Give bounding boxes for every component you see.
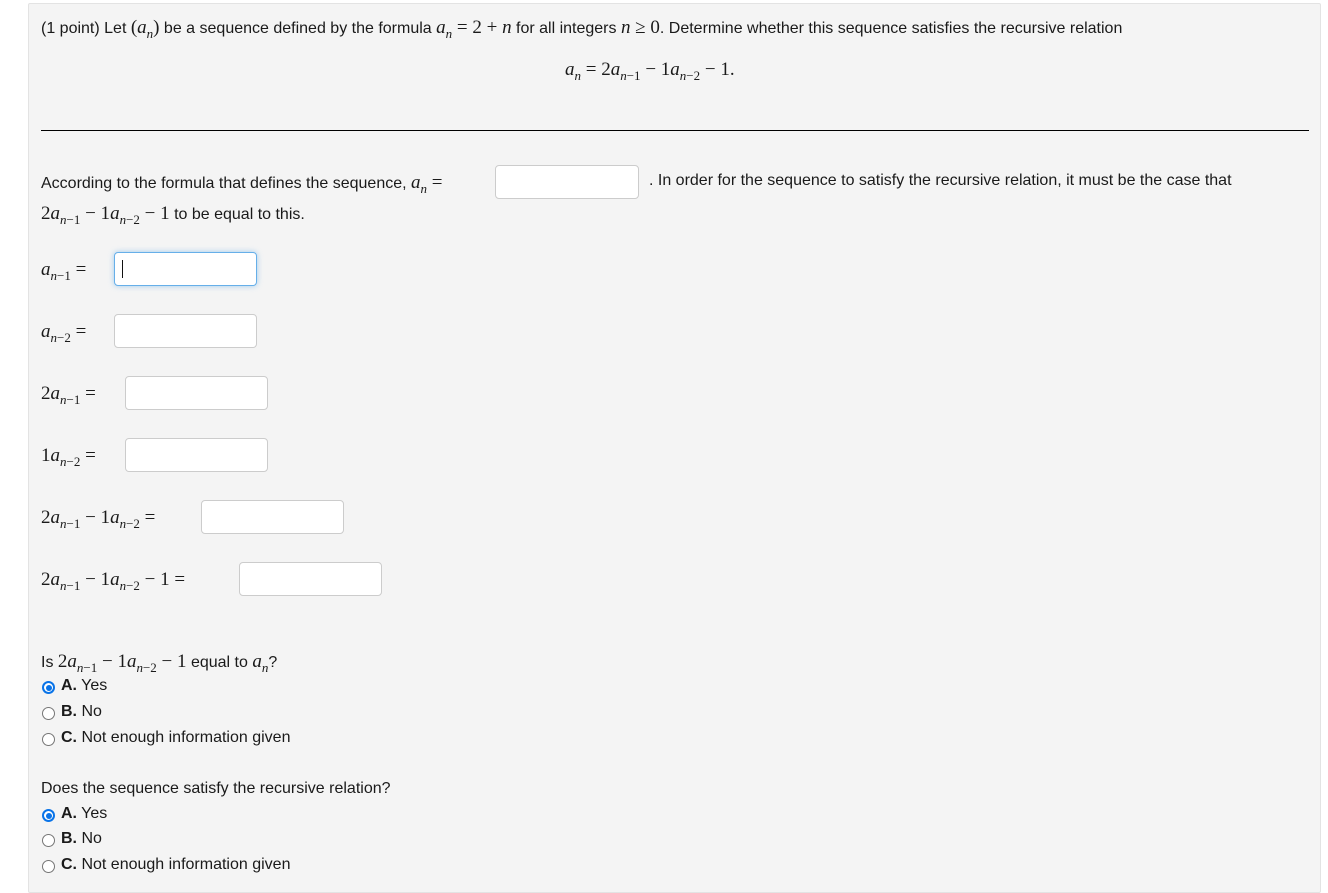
instruction-text-2: . In order for the sequence to satisfy t… xyxy=(649,172,1232,189)
q1-option-a[interactable]: A. Yes xyxy=(61,677,107,695)
q1-option-b[interactable]: B. No xyxy=(61,703,102,721)
1a-n-minus-2-input[interactable] xyxy=(125,438,268,472)
a-n-minus-1-input[interactable] xyxy=(114,252,257,286)
q1-suffix: equal to xyxy=(186,654,253,671)
label-a-n-1: an−1 = xyxy=(41,259,87,283)
option-text: No xyxy=(77,830,102,847)
option-letter: B. xyxy=(61,703,77,720)
q1-option-b-radio[interactable] xyxy=(42,707,55,720)
full-expression-input[interactable] xyxy=(239,562,382,596)
q2-option-c-radio[interactable] xyxy=(42,860,55,873)
intro-text-4: . Determine whether this sequence satisf… xyxy=(659,20,1123,37)
intro-text: (1 point) Let xyxy=(41,20,131,37)
instruction-line-1: According to the formula that defines th… xyxy=(41,172,443,196)
q2-option-b-radio[interactable] xyxy=(42,834,55,847)
label-a-n-2: an−2 = xyxy=(41,321,87,345)
label-difference: 2an−1 − 1an−2 = xyxy=(41,507,156,531)
q2-option-c[interactable]: C. Not enough information given xyxy=(61,856,290,874)
text-cursor xyxy=(122,260,123,278)
q2-option-a-radio[interactable] xyxy=(42,809,55,822)
q2-option-b[interactable]: B. No xyxy=(61,830,102,848)
option-letter: C. xyxy=(61,856,77,873)
problem-statement: (1 point) Let (an) be a sequence defined… xyxy=(41,17,1123,41)
option-letter: B. xyxy=(61,830,77,847)
difference-input[interactable] xyxy=(201,500,344,534)
instruction-text-3: to be equal to this. xyxy=(169,206,305,223)
an-answer-input[interactable] xyxy=(495,165,639,199)
question-1: Is 2an−1 − 1an−2 − 1 equal to an? xyxy=(41,651,278,675)
question-2: Does the sequence satisfy the recursive … xyxy=(41,780,391,797)
option-text: Not enough information given xyxy=(77,729,291,746)
formula-math: an = 2 + n xyxy=(436,17,512,41)
sequence-symbol: (an) xyxy=(130,17,160,41)
option-letter: A. xyxy=(61,805,77,822)
expression-math: 2an−1 − 1an−2 − 1 xyxy=(41,203,170,227)
option-text: Yes xyxy=(77,805,108,822)
instruction-text: According to the formula that defines th… xyxy=(41,175,412,192)
2a-n-minus-1-input[interactable] xyxy=(125,376,268,410)
q1-prefix: Is xyxy=(41,654,58,671)
option-text: Yes xyxy=(77,677,108,694)
q1-end: ? xyxy=(268,654,278,671)
label-1a-n-2: 1an−2 = xyxy=(41,445,96,469)
q1-option-c-radio[interactable] xyxy=(42,733,55,746)
option-letter: C. xyxy=(61,729,77,746)
option-text: Not enough information given xyxy=(77,856,291,873)
q1-expression: 2an−1 − 1an−2 − 1 xyxy=(57,651,187,675)
label-full-expression: 2an−1 − 1an−2 − 1 = xyxy=(41,569,186,593)
a-n-minus-2-input[interactable] xyxy=(114,314,257,348)
condition-math: n ≥ 0 xyxy=(620,17,660,38)
label-2a-n-1: 2an−1 = xyxy=(41,383,96,407)
q1-an: an xyxy=(252,651,269,675)
divider xyxy=(41,130,1309,131)
q1-option-a-radio[interactable] xyxy=(42,681,55,694)
problem-panel: (1 point) Let (an) be a sequence defined… xyxy=(28,3,1321,893)
instruction-line-2: 2an−1 − 1an−2 − 1 to be equal to this. xyxy=(41,203,305,227)
q2-option-a[interactable]: A. Yes xyxy=(61,805,107,823)
an-math: an = xyxy=(411,172,443,196)
intro-text-3: for all integers xyxy=(511,20,621,37)
q1-option-c[interactable]: C. Not enough information given xyxy=(61,729,290,747)
recursive-relation: an = 2an−1 − 1an−2 − 1. xyxy=(565,59,735,83)
option-text: No xyxy=(77,703,102,720)
option-letter: A. xyxy=(61,677,77,694)
intro-text-2: be a sequence defined by the formula xyxy=(159,20,437,37)
